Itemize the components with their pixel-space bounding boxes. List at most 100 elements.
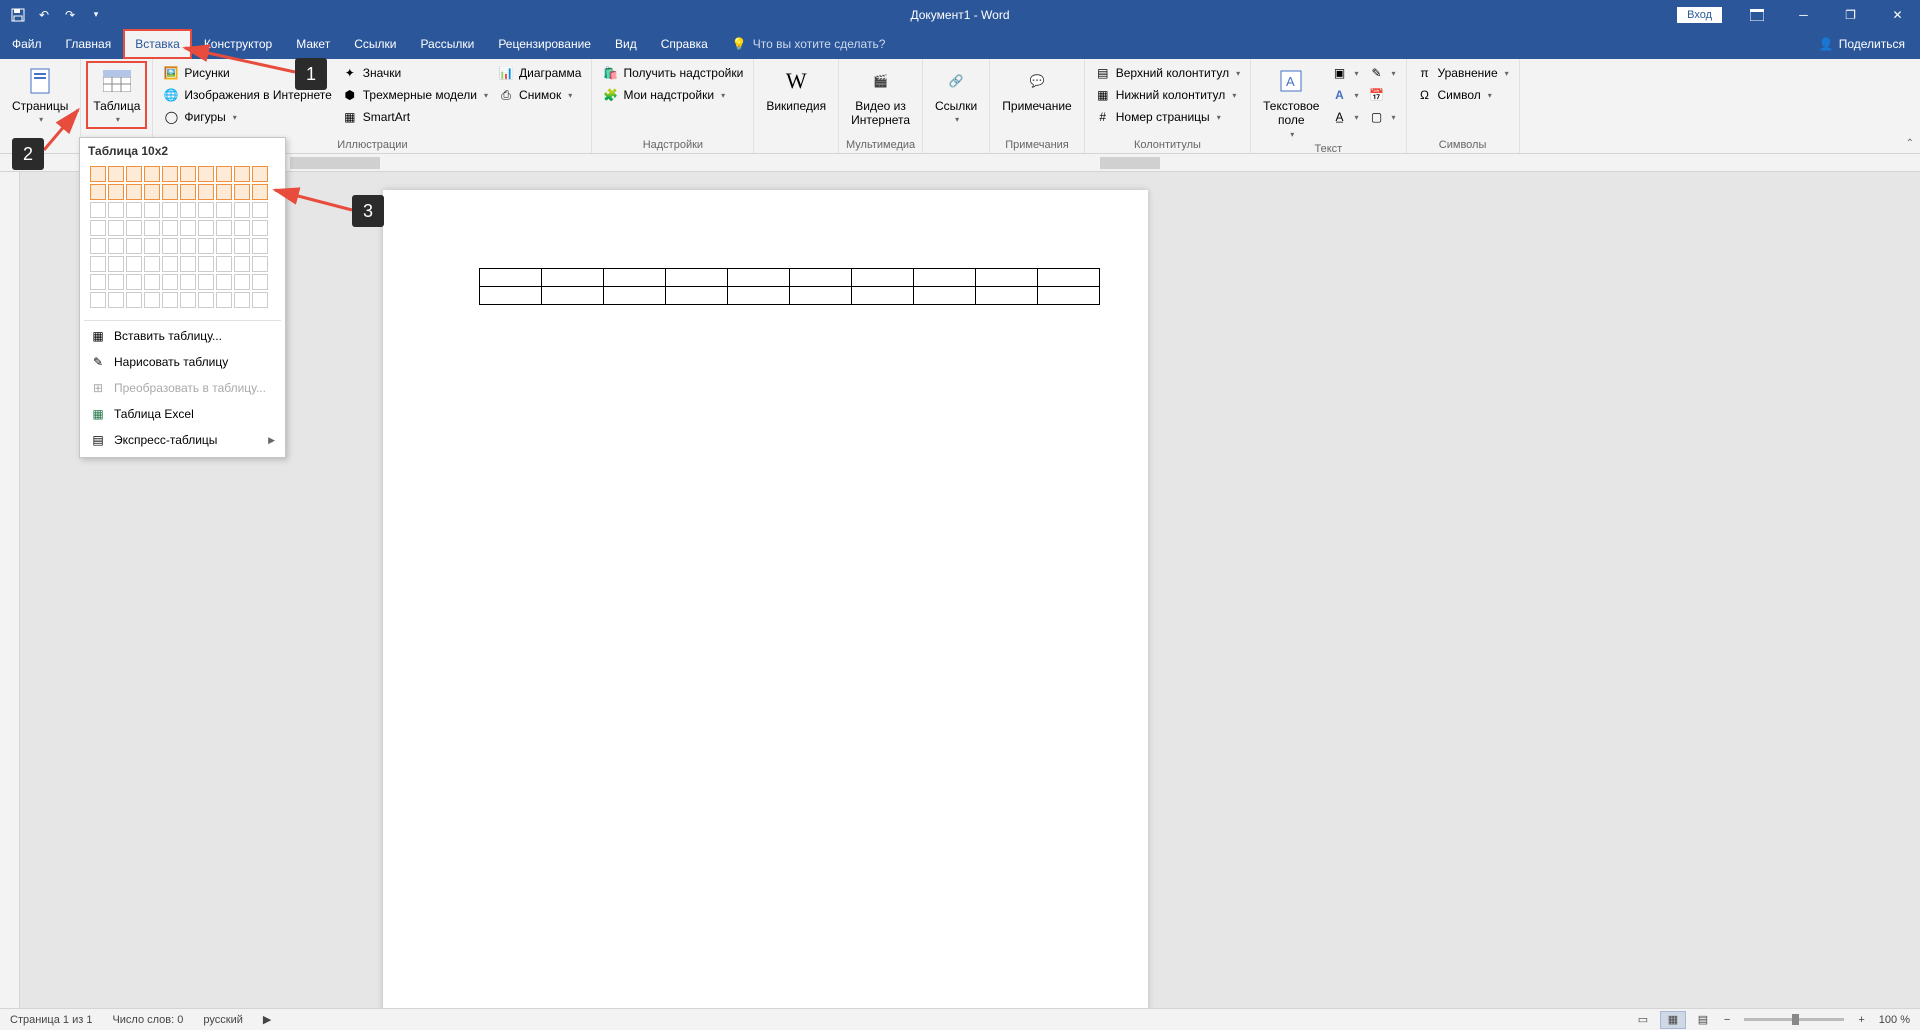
grid-cell[interactable] — [162, 292, 178, 308]
grid-cell[interactable] — [252, 292, 268, 308]
maximize-icon[interactable]: ❐ — [1828, 0, 1873, 29]
grid-cell[interactable] — [180, 166, 196, 182]
grid-cell[interactable] — [198, 166, 214, 182]
grid-cell[interactable] — [216, 220, 232, 236]
footer-button[interactable]: ▦Нижний колонтитул▾ — [1091, 84, 1244, 106]
chart-button[interactable]: 📊Диаграмма — [494, 62, 585, 84]
object-button[interactable]: ▢▾ — [1365, 106, 1400, 128]
comment-button[interactable]: 💬 Примечание — [996, 62, 1077, 116]
grid-cell[interactable] — [162, 166, 178, 182]
grid-cell[interactable] — [234, 184, 250, 200]
table-cell[interactable] — [542, 287, 604, 305]
wordart-button[interactable]: A▾ — [1327, 84, 1362, 106]
undo-icon[interactable]: ↶ — [34, 5, 54, 25]
grid-cell[interactable] — [198, 202, 214, 218]
tab-help[interactable]: Справка — [649, 29, 720, 59]
grid-cell[interactable] — [144, 166, 160, 182]
grid-cell[interactable] — [126, 256, 142, 272]
grid-cell[interactable] — [252, 238, 268, 254]
grid-cell[interactable] — [216, 166, 232, 182]
grid-cell[interactable] — [162, 220, 178, 236]
tab-mailings[interactable]: Рассылки — [408, 29, 486, 59]
quick-tables-item[interactable]: ▤Экспресс-таблицы▶ — [80, 427, 285, 453]
pages-button[interactable]: Страницы ▾ — [6, 62, 74, 128]
grid-cell[interactable] — [108, 202, 124, 218]
grid-cell[interactable] — [108, 238, 124, 254]
grid-cell[interactable] — [90, 220, 106, 236]
grid-cell[interactable] — [162, 238, 178, 254]
tell-me-search[interactable]: 💡 Что вы хотите сделать? — [720, 29, 898, 59]
grid-cell[interactable] — [144, 238, 160, 254]
grid-cell[interactable] — [252, 256, 268, 272]
grid-cell[interactable] — [180, 256, 196, 272]
table-cell[interactable] — [666, 287, 728, 305]
screenshot-button[interactable]: ⎙Снимок▾ — [494, 84, 585, 106]
zoom-level[interactable]: 100 % — [1873, 1014, 1910, 1026]
table-cell[interactable] — [480, 269, 542, 287]
tab-references[interactable]: Ссылки — [342, 29, 408, 59]
grid-cell[interactable] — [162, 256, 178, 272]
3dmodels-button[interactable]: ⬢Трехмерные модели▾ — [338, 84, 492, 106]
login-button[interactable]: Вход — [1677, 7, 1722, 23]
grid-cell[interactable] — [144, 256, 160, 272]
tab-layout[interactable]: Макет — [284, 29, 342, 59]
grid-cell[interactable] — [90, 184, 106, 200]
macro-icon[interactable]: ▶ — [253, 1013, 281, 1026]
table-cell[interactable] — [852, 287, 914, 305]
datetime-button[interactable]: 📅 — [1365, 84, 1400, 106]
table-cell[interactable] — [976, 287, 1038, 305]
online-video-button[interactable]: 🎬 Видео из Интернета — [845, 62, 916, 131]
grid-cell[interactable] — [216, 292, 232, 308]
close-icon[interactable]: ✕ — [1875, 0, 1920, 29]
excel-table-item[interactable]: ▦Таблица Excel — [80, 401, 285, 427]
grid-cell[interactable] — [108, 274, 124, 290]
grid-cell[interactable] — [162, 184, 178, 200]
web-layout-icon[interactable]: ▤ — [1690, 1011, 1716, 1029]
grid-cell[interactable] — [144, 184, 160, 200]
tab-file[interactable]: Файл — [0, 29, 54, 59]
grid-cell[interactable] — [252, 220, 268, 236]
grid-cell[interactable] — [126, 220, 142, 236]
grid-cell[interactable] — [180, 238, 196, 254]
grid-cell[interactable] — [162, 202, 178, 218]
table-cell[interactable] — [790, 269, 852, 287]
grid-cell[interactable] — [180, 292, 196, 308]
table-cell[interactable] — [1038, 287, 1100, 305]
grid-cell[interactable] — [252, 274, 268, 290]
table-cell[interactable] — [666, 269, 728, 287]
grid-cell[interactable] — [198, 274, 214, 290]
read-mode-icon[interactable]: ▭ — [1630, 1011, 1656, 1029]
zoom-in-icon[interactable]: + — [1854, 1014, 1868, 1026]
table-button[interactable]: Таблица ▾ — [87, 62, 146, 128]
grid-cell[interactable] — [90, 238, 106, 254]
links-button[interactable]: 🔗 Ссылки ▾ — [929, 62, 983, 128]
grid-cell[interactable] — [90, 166, 106, 182]
grid-cell[interactable] — [234, 292, 250, 308]
table-cell[interactable] — [790, 287, 852, 305]
grid-cell[interactable] — [108, 184, 124, 200]
table-cell[interactable] — [480, 287, 542, 305]
grid-cell[interactable] — [126, 184, 142, 200]
table-cell[interactable] — [976, 269, 1038, 287]
minimize-icon[interactable]: ─ — [1781, 0, 1826, 29]
wikipedia-button[interactable]: W Википедия — [760, 62, 832, 116]
share-button[interactable]: 👤 Поделиться — [1804, 29, 1920, 59]
grid-cell[interactable] — [234, 238, 250, 254]
grid-cell[interactable] — [216, 202, 232, 218]
table-cell[interactable] — [604, 269, 666, 287]
draw-table-item[interactable]: ✎Нарисовать таблицу — [80, 349, 285, 375]
table-cell[interactable] — [914, 269, 976, 287]
grid-cell[interactable] — [216, 256, 232, 272]
grid-cell[interactable] — [108, 256, 124, 272]
collapse-ribbon-icon[interactable]: ⌃ — [1906, 138, 1914, 149]
signature-button[interactable]: ✎▾ — [1365, 62, 1400, 84]
grid-cell[interactable] — [198, 220, 214, 236]
header-button[interactable]: ▤Верхний колонтитул▾ — [1091, 62, 1244, 84]
icons-button[interactable]: ✦Значки — [338, 62, 492, 84]
grid-cell[interactable] — [126, 238, 142, 254]
page-count[interactable]: Страница 1 из 1 — [0, 1014, 102, 1026]
grid-cell[interactable] — [198, 256, 214, 272]
zoom-out-icon[interactable]: − — [1720, 1014, 1734, 1026]
grid-cell[interactable] — [234, 256, 250, 272]
quickparts-button[interactable]: ▣▾ — [1327, 62, 1362, 84]
